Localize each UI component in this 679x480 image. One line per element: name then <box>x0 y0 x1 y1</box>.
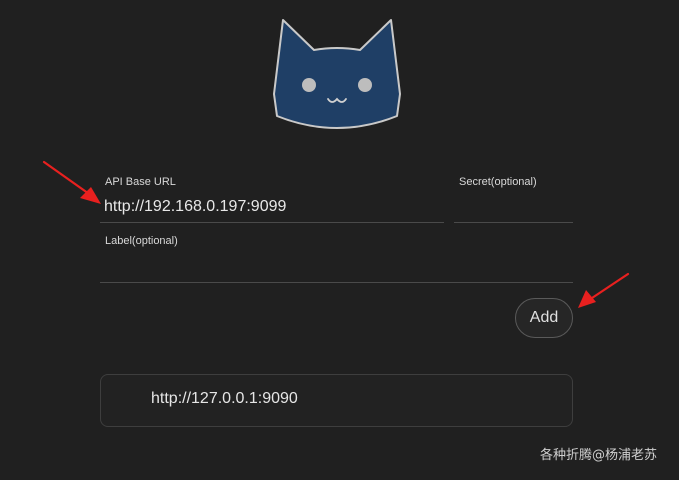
backend-list-item[interactable]: http://127.0.0.1:9090 <box>100 374 573 427</box>
clash-dashboard-setup: API Base URL Secret(optional) Label(opti… <box>0 0 679 480</box>
cat-logo-icon <box>273 19 401 129</box>
api-base-url-label: API Base URL <box>105 176 176 188</box>
backend-url: http://127.0.0.1:9090 <box>151 390 298 407</box>
label-field: Label(optional) <box>100 235 573 283</box>
add-button[interactable]: Add <box>515 298 573 338</box>
red-arrow-icon <box>578 272 630 308</box>
secret-label: Secret(optional) <box>459 176 537 188</box>
secret-field: Secret(optional) <box>454 176 573 223</box>
label-field-label: Label(optional) <box>105 235 178 247</box>
api-base-url-field: API Base URL <box>100 176 444 223</box>
watermark-text: 各种折腾@杨浦老苏 <box>539 448 657 463</box>
api-base-url-input[interactable] <box>100 196 444 218</box>
label-input[interactable] <box>100 256 573 278</box>
red-arrow-icon <box>42 160 101 204</box>
secret-input[interactable] <box>454 196 573 218</box>
